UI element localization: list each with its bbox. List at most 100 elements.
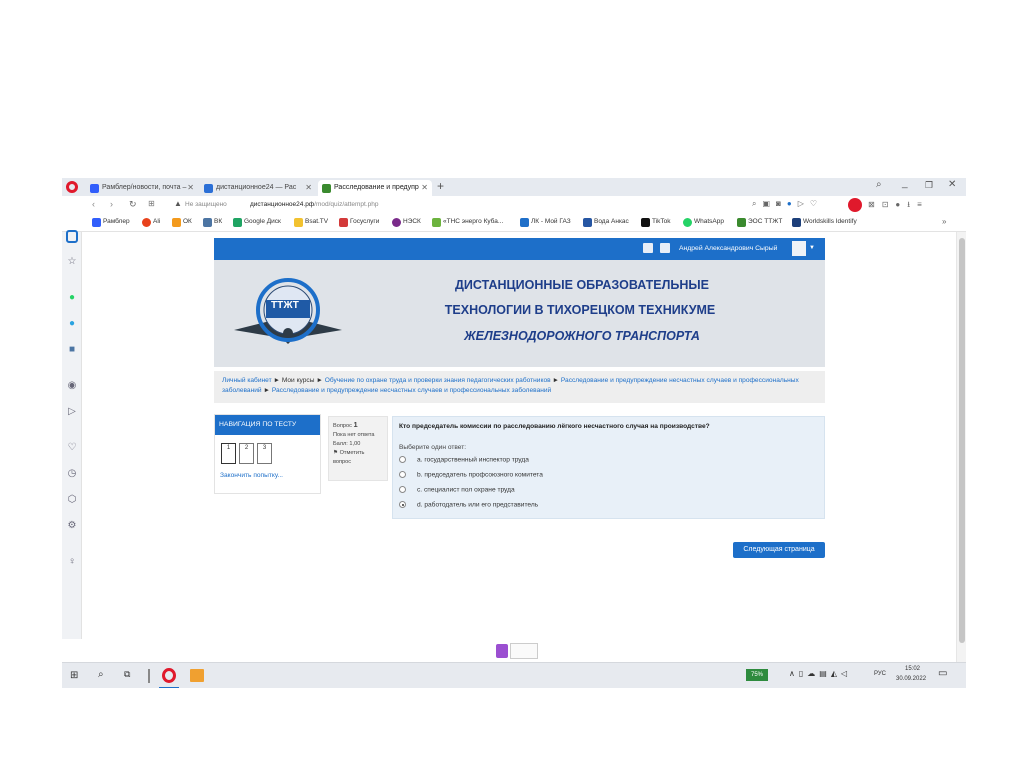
bookmark-gosuslugi[interactable]: Госуслуги (339, 218, 379, 227)
cube-icon[interactable]: ⬡ (66, 494, 78, 506)
extensions-icon[interactable]: ⊠ (868, 200, 882, 209)
search-tabs-icon[interactable]: ⌕ (876, 179, 882, 190)
settings-icon[interactable]: ⚙ (66, 520, 78, 532)
flag-question-link[interactable]: ⚑ Отметить вопрос (333, 449, 383, 467)
bookmark-rambler[interactable]: Рамблер (92, 218, 130, 227)
more-bookmarks-button[interactable]: » (942, 217, 946, 226)
volume-icon[interactable]: ◁ (841, 669, 851, 678)
bookmark-ok[interactable]: ОК (172, 218, 192, 227)
heart-icon[interactable]: ♡ (810, 199, 823, 208)
breadcrumb-quiz[interactable]: Расследование и предупреждение несчастны… (272, 387, 551, 394)
network-icon[interactable]: ▤ (819, 669, 831, 678)
opera-button-icon[interactable] (848, 198, 862, 212)
bookmark-tiktok[interactable]: TikTok (641, 218, 671, 227)
radio-d-selected[interactable] (399, 501, 406, 508)
finish-attempt-link[interactable]: Закончить попытку... (220, 472, 283, 479)
messages-icon[interactable] (660, 243, 670, 253)
download-file-icon[interactable] (496, 644, 508, 658)
back-icon[interactable]: ‹ (92, 199, 95, 209)
url-input[interactable]: дистанционное24.рф/mod/quiz/attempt.php (250, 201, 379, 208)
whatsapp-icon[interactable]: ● (66, 292, 78, 304)
telegram-icon[interactable]: ● (66, 318, 78, 330)
bookmark-whatsapp[interactable]: WhatsApp (683, 218, 724, 227)
question-nav-3[interactable]: 3 (257, 443, 272, 464)
bookmark-bsat[interactable]: Bsat.TV (294, 218, 328, 227)
cube-icon[interactable]: ⊡ (882, 200, 896, 209)
history-icon[interactable]: ◷ (66, 468, 78, 480)
close-window-icon[interactable]: ✕ (948, 179, 956, 190)
file-explorer-icon[interactable] (190, 669, 204, 682)
avatar[interactable] (792, 241, 806, 256)
bookmark-mygas[interactable]: ЛК - Мой ГАЗ (520, 218, 571, 227)
breadcrumb-my-courses[interactable]: Мои курсы (282, 377, 315, 384)
send-icon[interactable]: ▷ (798, 199, 810, 208)
search-icon[interactable]: ⌕ (98, 669, 104, 680)
breadcrumb-home[interactable]: Личный кабинет (222, 377, 272, 384)
next-page-button[interactable]: Следующая страница (733, 542, 825, 558)
bookmark-google-drive[interactable]: Google Диск (233, 218, 281, 227)
page-scrollbar[interactable] (956, 232, 966, 662)
wifi-icon[interactable]: ◭ (831, 669, 841, 678)
input-language[interactable]: РУС (874, 671, 886, 677)
scrollbar-thumb[interactable] (959, 238, 965, 643)
answer-option-b[interactable]: b. председатель профсоюзного комитета (399, 471, 543, 478)
close-tab-icon[interactable]: ✕ (187, 183, 194, 192)
answer-option-d[interactable]: d. работодатель или его представитель (399, 501, 538, 508)
restore-icon[interactable]: ❐ (925, 180, 933, 191)
vk-icon[interactable]: ■ (66, 344, 78, 356)
bulb-icon[interactable]: ♀ (66, 556, 78, 568)
heart-icon[interactable]: ♡ (66, 442, 78, 454)
home-icon[interactable] (66, 230, 78, 243)
search-icon[interactable]: ⌕ (752, 199, 762, 208)
close-tab-icon[interactable]: ✕ (305, 183, 312, 192)
user-name[interactable]: Андрей Александрович Сырый (679, 245, 777, 252)
clock-time[interactable]: 15:02 (905, 666, 920, 672)
radio-a[interactable] (399, 456, 406, 463)
bookmark-voda[interactable]: Вода Анкас (583, 218, 629, 227)
radio-c[interactable] (399, 486, 406, 493)
tiles-icon[interactable]: ⊞ (148, 199, 155, 208)
download-icon[interactable]: ⭳ (907, 200, 917, 209)
menu-icon[interactable]: ≡ (917, 200, 929, 209)
tab-distance[interactable]: дистанционное24 — Рас ✕ (200, 180, 316, 196)
bookmark-vk[interactable]: ВК (203, 218, 222, 227)
battery-badge[interactable]: 75% (746, 669, 768, 681)
download-preview-icon[interactable] (510, 643, 538, 659)
bookmark-tns[interactable]: «ТНС энерго Куба... (432, 218, 503, 227)
bookmark-ali[interactable]: Ali (142, 218, 160, 227)
bell-icon[interactable] (643, 243, 653, 253)
snapshot-icon[interactable]: ▣ (762, 199, 776, 208)
breadcrumb-course[interactable]: Обучение по охране труда и проверки знан… (325, 377, 551, 384)
bookmark-nesk[interactable]: НЭСК (392, 218, 421, 227)
bookmark-worldskills[interactable]: Worldskills Identify (792, 218, 857, 227)
camera-icon[interactable]: ◙ (776, 199, 787, 208)
new-tab-button[interactable]: + (437, 179, 444, 193)
answer-option-c[interactable]: c. специалист пол охране труда (399, 486, 515, 493)
tab-rambler[interactable]: Рамблер/новости, почта – ✕ (86, 180, 198, 196)
question-nav-1[interactable]: 1 (221, 443, 236, 464)
radio-b[interactable] (399, 471, 406, 478)
insecure-warning-icon[interactable]: ▲ (174, 199, 182, 208)
question-nav-2[interactable]: 2 (239, 443, 254, 464)
send-icon[interactable]: ▷ (66, 406, 78, 418)
task-view-icon[interactable]: ⧉ (124, 669, 130, 680)
notifications-icon[interactable]: ▭ (938, 668, 947, 679)
chevron-down-icon[interactable]: ▼ (809, 245, 815, 251)
tab-quiz-active[interactable]: Расследование и предупр ✕ (318, 180, 432, 196)
account-icon[interactable]: ● (895, 200, 907, 209)
answer-option-a[interactable]: a. государственный инспектор труда (399, 456, 529, 463)
close-tab-icon[interactable]: ✕ (421, 183, 428, 192)
opera-taskbar-icon[interactable] (162, 668, 176, 683)
battery-icon[interactable]: ▯ (799, 669, 807, 678)
onedrive-icon[interactable]: ☁ (807, 669, 819, 678)
bookmark-eos[interactable]: ЭОС ТТЖТ (737, 218, 782, 227)
shield-icon[interactable]: ● (787, 199, 798, 208)
reload-icon[interactable]: ↻ (129, 199, 137, 210)
star-icon[interactable]: ☆ (66, 256, 78, 268)
windows-start-icon[interactable]: ⊞ (70, 670, 78, 681)
chevron-up-icon[interactable]: ∧ (789, 669, 799, 678)
minimize-icon[interactable]: _ (902, 178, 908, 189)
player-icon[interactable]: ◉ (66, 380, 78, 392)
opera-logo-icon[interactable] (66, 181, 78, 193)
clock-date[interactable]: 30.09.2022 (896, 676, 926, 682)
